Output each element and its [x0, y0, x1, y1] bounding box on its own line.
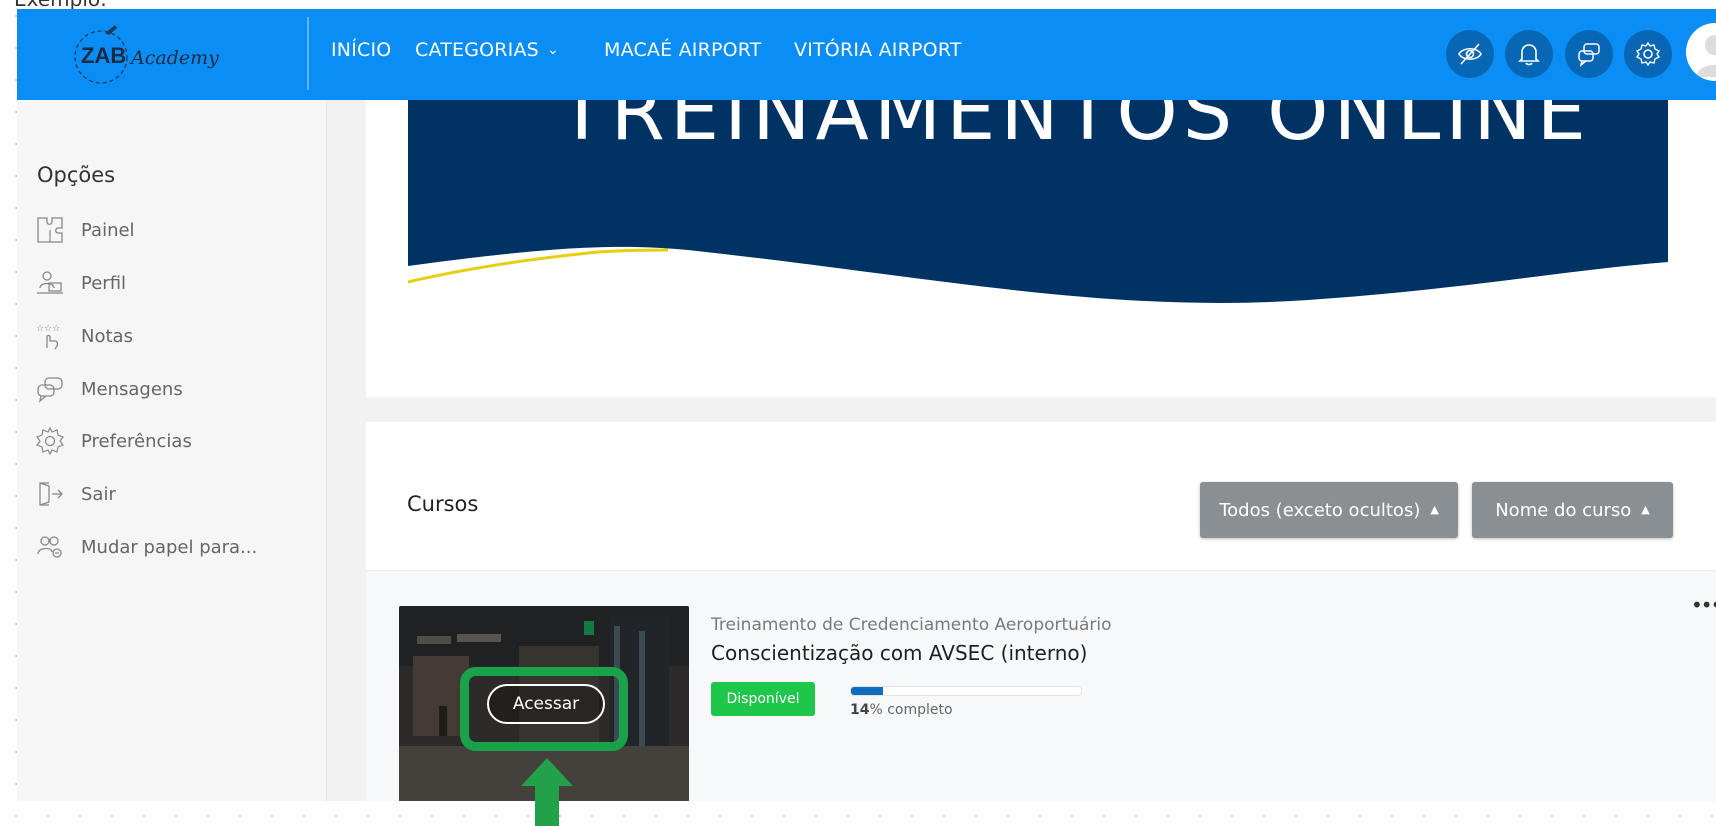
sidebar-item-label: Preferências — [81, 430, 192, 452]
sidebar-item-painel[interactable]: Painel — [35, 214, 135, 246]
sidebar-item-sair[interactable]: Sair — [35, 478, 116, 510]
sidebar-item-notas[interactable]: ☆☆☆ Notas — [35, 320, 133, 352]
chat-icon — [37, 377, 63, 403]
logo-main-text: ZAB — [81, 43, 126, 68]
sidebar-item-preferencias[interactable]: Preferências — [35, 425, 192, 457]
messages-button[interactable] — [1565, 30, 1613, 78]
nav-link-inicio[interactable]: INÍCIO — [331, 39, 391, 61]
banner-wave-decoration — [408, 246, 1668, 328]
sidebar-title: Opções — [37, 163, 116, 187]
course-progress-bar — [850, 686, 1082, 696]
nav-link-macae-airport[interactable]: MACAÉ AIRPORT — [604, 39, 762, 61]
bell-icon — [1518, 44, 1540, 66]
more-options-button[interactable]: ••• — [1691, 593, 1716, 617]
users-icon — [37, 536, 62, 558]
browser-frame: ZAB Academy INÍCIO CATEGORIAS ⌄ MACAÉ AIR… — [17, 9, 1716, 801]
sidebar-item-label: Mensagens — [81, 378, 183, 400]
courses-card: Cursos Todos (exceto ocultos) ▲ Nome do c… — [366, 422, 1716, 801]
nav-link-categorias[interactable]: CATEGORIAS ⌄ — [415, 39, 559, 61]
caret-up-icon: ▲ — [1641, 502, 1650, 516]
course-category: Treinamento de Credenciamento Aeroportuá… — [711, 615, 1112, 635]
highlight-box — [460, 667, 628, 751]
user-avatar[interactable] — [1686, 23, 1716, 81]
filter-dropdown-button[interactable]: Todos (exceto ocultos) ▲ — [1200, 482, 1458, 538]
profile-desk-icon — [37, 271, 63, 294]
sidebar-item-perfil[interactable]: Perfil — [35, 267, 126, 299]
user-avatar-icon — [1696, 35, 1716, 77]
sort-dropdown-label: Nome do curso — [1495, 499, 1632, 521]
nav-divider — [307, 17, 309, 90]
filter-dropdown-label: Todos (exceto ocultos) — [1219, 499, 1421, 521]
status-badge: Disponível — [711, 682, 815, 716]
banner-image: TREINAMENTOS ONLINE — [408, 100, 1668, 328]
nav-link-categorias-label: CATEGORIAS — [415, 39, 539, 61]
sidebar-item-label: Notas — [81, 325, 133, 347]
gear-icon — [36, 426, 64, 456]
notifications-button[interactable] — [1505, 30, 1553, 78]
chevron-down-icon: ⌄ — [546, 42, 559, 58]
caret-up-icon: ▲ — [1430, 502, 1439, 516]
settings-button[interactable] — [1624, 30, 1672, 78]
progress-suffix: % completo — [869, 702, 953, 718]
courses-header: Cursos Todos (exceto ocultos) ▲ Nome do c… — [366, 422, 1716, 571]
progress-value: 14 — [850, 702, 870, 718]
sidebar-item-label: Perfil — [81, 272, 127, 294]
gear-icon — [1635, 41, 1661, 67]
zab-academy-logo[interactable]: ZAB Academy — [65, 17, 305, 89]
progress-label: 14% completo — [850, 702, 953, 718]
logo-script-text: Academy — [129, 47, 219, 69]
sidebar-item-label: Painel — [81, 219, 135, 241]
puzzle-icon — [37, 217, 63, 243]
courses-title: Cursos — [407, 492, 479, 516]
sidebar-item-label: Sair — [81, 483, 116, 505]
chat-icon — [1578, 43, 1600, 67]
stars-hand-icon: ☆☆☆ — [36, 324, 60, 350]
top-navbar: ZAB Academy INÍCIO CATEGORIAS ⌄ MACAÉ AIR… — [17, 9, 1716, 100]
sidebar-item-mensagens[interactable]: Mensagens — [35, 373, 183, 405]
green-arrow-icon — [521, 758, 573, 826]
sidebar-item-label: Mudar papel para... — [81, 536, 258, 558]
course-name-link[interactable]: Conscientização com AVSEC (interno) — [711, 641, 1087, 665]
sidebar-item-mudar-papel[interactable]: Mudar papel para... — [35, 531, 257, 563]
nav-link-vitoria-airport[interactable]: VITÓRIA AIRPORT — [794, 39, 962, 61]
sidebar: Opções Painel Perfil ☆☆☆ Notas Mensagens… — [17, 100, 327, 801]
eye-slash-icon — [1458, 43, 1482, 65]
progress-bar-fill — [851, 687, 884, 695]
svg-text:☆☆☆: ☆☆☆ — [36, 324, 60, 334]
banner-card: TREINAMENTOS ONLINE — [366, 100, 1716, 397]
hide-content-button[interactable] — [1446, 30, 1494, 78]
sort-dropdown-button[interactable]: Nome do curso ▲ — [1472, 482, 1673, 538]
logout-icon — [39, 482, 63, 506]
